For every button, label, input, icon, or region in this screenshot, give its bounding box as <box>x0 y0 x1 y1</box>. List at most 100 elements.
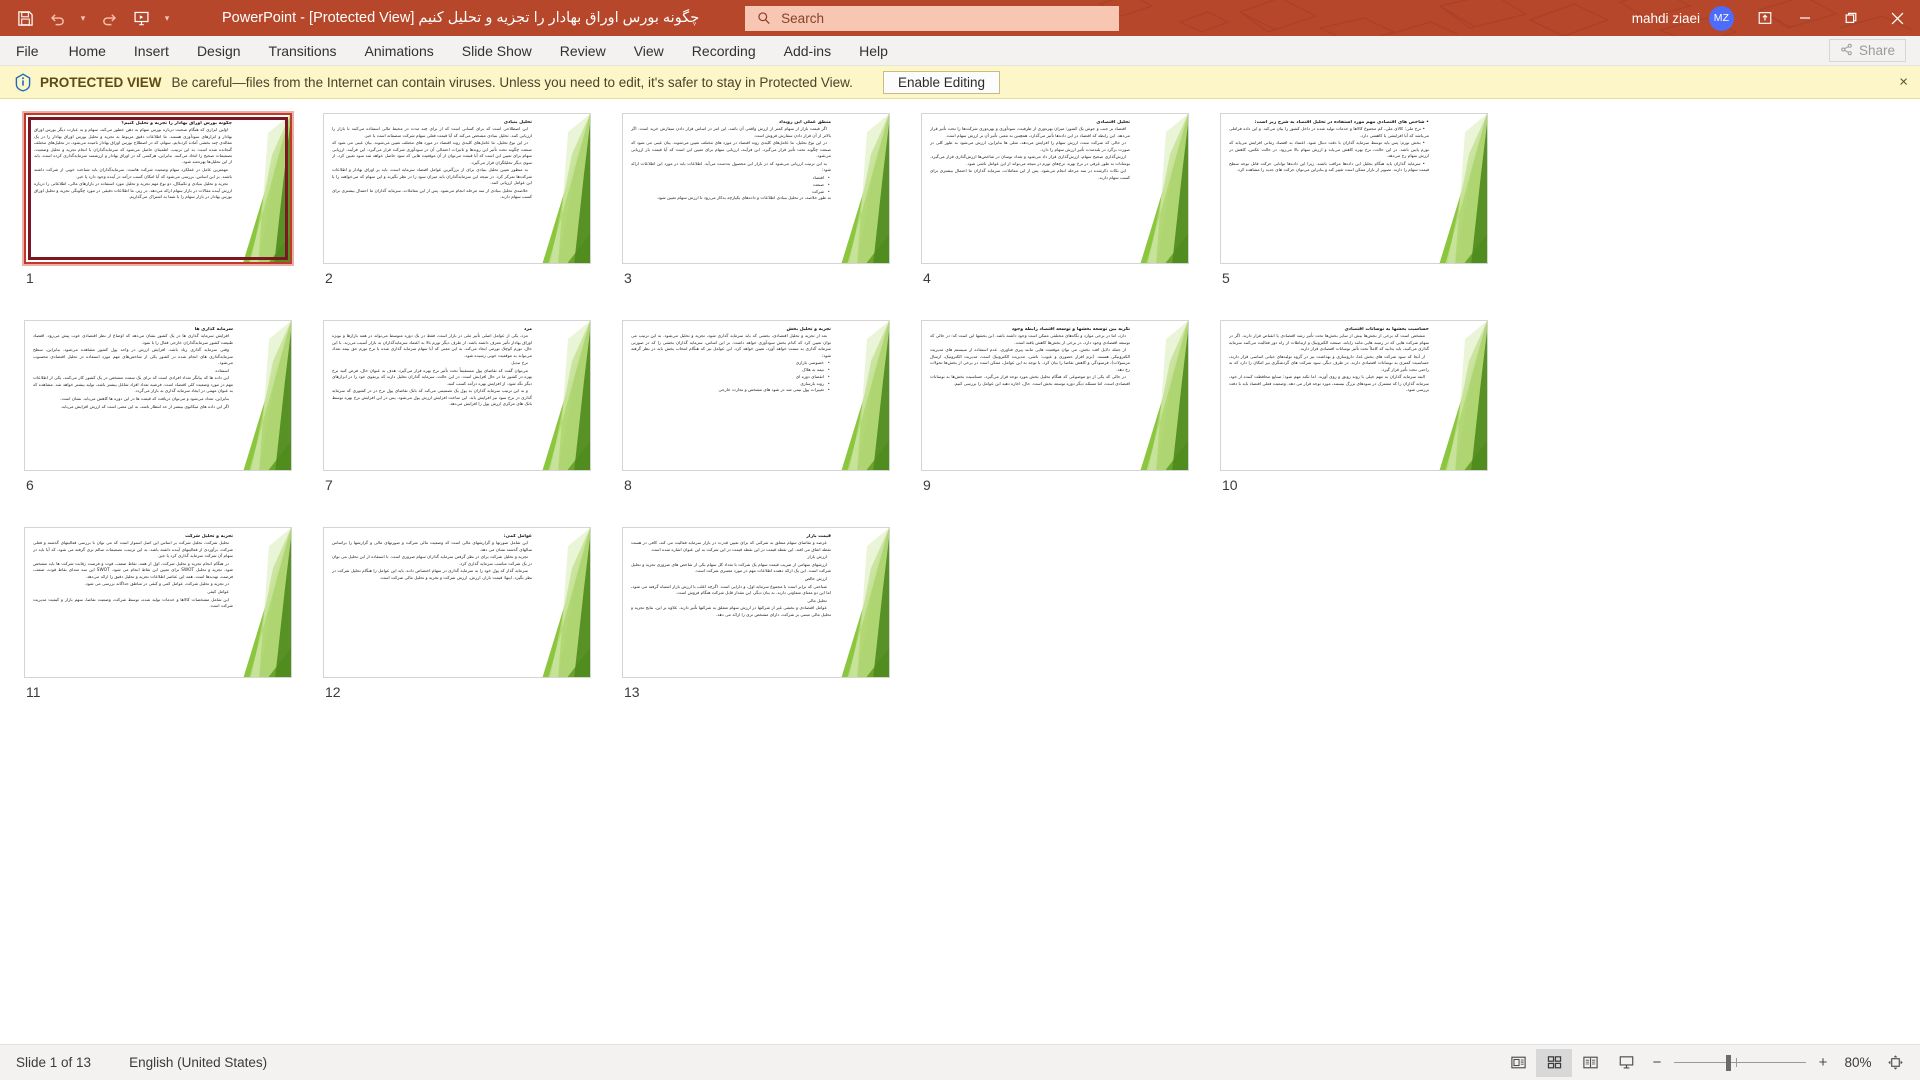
tab-slide-show[interactable]: Slide Show <box>448 36 546 65</box>
slide-thumbnail-12[interactable]: عوامل کمی: این شامل صورتها و گزارشهای مال… <box>323 527 593 700</box>
save-icon[interactable] <box>10 4 40 32</box>
search-input[interactable] <box>781 10 1120 26</box>
close-icon[interactable]: × <box>1899 75 1908 90</box>
slide-paragraph: ارزشهای سهامی از ضریب قیمت سهام یک شرکت … <box>631 562 831 575</box>
quick-access-toolbar[interactable]: ▾ ▾ <box>0 4 176 32</box>
slide-grid: چگونه بورس اوراق بهادار را تجزیه و تحلیل… <box>0 111 1920 700</box>
tab-design[interactable]: Design <box>183 36 255 65</box>
slide-thumbnail-10[interactable]: حساسیت بخشها به نوسانات اقتصادی مشخص است … <box>1220 320 1490 493</box>
slide-thumbnail-image[interactable]: مزد مزد، یکی از عوامل اصلی تأثیر ملی در ب… <box>323 320 591 471</box>
slide-thumbnail-image[interactable]: سرمایه گذاری ها افزایش سرمایه گذاری ها در… <box>24 320 292 471</box>
fit-to-window-icon[interactable] <box>1880 1049 1910 1077</box>
tab-add-ins[interactable]: Add-ins <box>770 36 845 65</box>
slide-body: اولین ابزاری که هنگام صحبت درباره بورس س… <box>34 128 232 201</box>
slide-text-content: عوامل کمی: این شامل صورتها و گزارشهای مال… <box>332 534 532 673</box>
redo-icon[interactable] <box>94 4 124 32</box>
minimize-button[interactable] <box>1782 0 1828 36</box>
slide-thumbnail-image[interactable]: منطق عملی این رویداد اگر قیمت بازار از سه… <box>622 113 890 264</box>
slide-paragraph: افزایش سرمایه گذاری ها در یک کشور نشان م… <box>33 334 233 346</box>
slide-green-corner-graphic <box>841 528 889 677</box>
zoom-midpoint-tick <box>1736 1058 1737 1067</box>
slide-thumbnail-image[interactable]: • شاخص های اقتصادی مهم مورد استفاده در ت… <box>1220 113 1488 264</box>
slide-thumbnail-7[interactable]: مزد مزد، یکی از عوامل اصلی تأثیر ملی در ب… <box>323 320 593 493</box>
undo-icon[interactable] <box>42 4 72 32</box>
close-button[interactable] <box>1874 0 1920 36</box>
slide-thumbnail-image[interactable]: عوامل کمی: این شامل صورتها و گزارشهای مال… <box>323 527 591 678</box>
slide-thumbnail-9[interactable]: نگریه بین توسعه بخشها و توسعه اقتصاد راب… <box>921 320 1191 493</box>
slide-body: • نرخ ملی: کالای ملی، کم مجموع کالاها و … <box>1229 127 1429 175</box>
slide-paragraph: عرضه و تقاضای سهام متعلق به شرکتی که برا… <box>631 541 831 553</box>
slide-show-button[interactable] <box>1608 1049 1644 1077</box>
slide-body: عرضه و تقاضای سهام متعلق به شرکتی که برا… <box>631 541 831 619</box>
zoom-in-button[interactable]: + <box>1810 1049 1836 1077</box>
search-icon <box>757 11 771 25</box>
tab-view[interactable]: View <box>620 36 678 65</box>
tab-help[interactable]: Help <box>845 36 902 65</box>
enable-editing-button[interactable]: Enable Editing <box>882 70 1001 94</box>
slide-number-label: 8 <box>624 477 632 493</box>
slide-thumbnail-image[interactable]: تحلیل بنیادی این اصطلاحی است که برای کسان… <box>323 113 591 264</box>
tab-review[interactable]: Review <box>546 36 620 65</box>
slide-thumbnail-5[interactable]: • شاخص های اقتصادی مهم مورد استفاده در ت… <box>1220 113 1490 286</box>
slide-thumbnail-2[interactable]: تحلیل بنیادی این اصطلاحی است که برای کسان… <box>323 113 593 286</box>
slide-paragraph: این شامل صورتها و گزارشهای مالی است که و… <box>332 541 532 553</box>
slide-green-corner-graphic <box>243 321 291 470</box>
slide-paragraph: در تجزیه و تحلیل شرکت، عوامل کمی و کیفی … <box>84 582 229 588</box>
slide-thumbnail-4[interactable]: تحلیل اقتصادی اقتصاد بر جنب و جوش یک کشور… <box>921 113 1191 286</box>
tab-transitions[interactable]: Transitions <box>255 36 351 65</box>
slide-title: عوامل کمی: <box>503 534 532 539</box>
slide-paragraph: وقتی سرمایه گذاری زیاد باشد، افزایش ارزش… <box>33 348 233 367</box>
status-left-group: Slide 1 of 13 English (United States) <box>0 1055 267 1070</box>
slide-thumbnail-6[interactable]: سرمایه گذاری ها افزایش سرمایه گذاری ها در… <box>24 320 294 493</box>
slide-paragraph: این اصطلاحی است که برای کسانی است که از … <box>332 127 532 139</box>
slide-thumbnail-image[interactable]: نگریه بین توسعه بخشها و توسعه اقتصاد راب… <box>921 320 1189 471</box>
slide-thumbnail-image[interactable]: چگونه بورس اوراق بهادار را تجزیه و تحلیل… <box>22 111 294 266</box>
undo-dropdown-icon[interactable]: ▾ <box>74 4 92 32</box>
zoom-out-button[interactable]: − <box>1644 1049 1670 1077</box>
slide-green-corner-graphic <box>1439 321 1487 470</box>
slide-thumbnail-8[interactable]: تجزیه و تحلیل بخش بعد از تجزیه و تحلیل اق… <box>622 320 892 493</box>
tab-recording[interactable]: Recording <box>678 36 770 65</box>
slide-green-corner-graphic <box>841 114 889 263</box>
slide-thumbnail-11[interactable]: تجزیه و تحلیل شرکت تحلیل شرکت، تحلیل شرکت… <box>24 527 294 700</box>
slide-canvas: تحلیل بنیادی این اصطلاحی است که برای کسان… <box>324 114 590 263</box>
tab-home[interactable]: Home <box>55 36 120 65</box>
slide-sorter-pane[interactable]: چگونه بورس اوراق بهادار را تجزیه و تحلیل… <box>0 99 1920 1044</box>
normal-view-button[interactable] <box>1500 1049 1536 1077</box>
slide-text-content: تحلیل بنیادی این اصطلاحی است که برای کسان… <box>332 120 532 259</box>
avatar[interactable]: MZ <box>1709 5 1734 31</box>
slide-thumbnail-1[interactable]: چگونه بورس اوراق بهادار را تجزیه و تحلیل… <box>22 111 294 286</box>
language-indicator[interactable]: English (United States) <box>129 1055 267 1070</box>
restore-button[interactable] <box>1828 0 1874 36</box>
slide-body: اگر قیمت بازار از سهام کمتر از ارزش واقع… <box>631 127 831 175</box>
slide-thumbnail-image[interactable]: تجزیه و تحلیل بخش بعد از تجزیه و تحلیل اق… <box>622 320 890 471</box>
slide-thumbnail-image[interactable]: قیمت بازار عرضه و تقاضای سهام متعلق به شر… <box>622 527 890 678</box>
search-box[interactable] <box>745 5 1120 31</box>
slide-paragraph: به منظور تعیین تحلیل بنیادی برای از بزرگ… <box>332 168 532 187</box>
slide-indicator[interactable]: Slide 1 of 13 <box>16 1055 91 1070</box>
slide-paragraph: مزد، یکی از عوامل اصلی تأثیر ملی در بازا… <box>332 334 532 359</box>
start-presentation-icon[interactable] <box>126 4 156 32</box>
slide-thumbnail-13[interactable]: قیمت بازار عرضه و تقاضای سهام متعلق به شر… <box>622 527 892 700</box>
tab-file[interactable]: File <box>0 36 55 65</box>
slide-bullet-item: نیمه به هلاک <box>631 368 831 375</box>
tab-insert[interactable]: Insert <box>120 36 183 65</box>
zoom-level-label[interactable]: 80% <box>1836 1055 1880 1070</box>
share-button[interactable]: Share <box>1828 39 1906 62</box>
slide-canvas: تجزیه و تحلیل بخش بعد از تجزیه و تحلیل اق… <box>623 321 889 470</box>
slide-thumbnail-image[interactable]: تجزیه و تحلیل شرکت تحلیل شرکت، تحلیل شرکت… <box>24 527 292 678</box>
zoom-handle[interactable] <box>1726 1054 1731 1071</box>
ribbon-display-options-icon[interactable] <box>1748 0 1782 36</box>
slide-thumbnail-image[interactable]: حساسیت بخشها به نوسانات اقتصادی مشخص است … <box>1220 320 1488 471</box>
zoom-slider[interactable] <box>1674 1049 1806 1077</box>
slide-title: تجزیه و تحلیل شرکت <box>185 534 233 539</box>
reading-view-button[interactable] <box>1572 1049 1608 1077</box>
slide-thumbnail-image[interactable]: تحلیل اقتصادی اقتصاد بر جنب و جوش یک کشور… <box>921 113 1189 264</box>
account-name[interactable]: mahdi ziaei <box>1632 11 1700 26</box>
ribbon-tab-bar[interactable]: File Home Insert Design Transitions Anim… <box>0 36 1920 66</box>
tab-animations[interactable]: Animations <box>350 36 447 65</box>
customize-quick-access-toolbar-icon[interactable]: ▾ <box>158 4 176 32</box>
slide-bullet-item: تغییرات پول نیمی شد در شود های مشخص و تج… <box>631 388 831 395</box>
slide-sorter-view-button[interactable] <box>1536 1048 1572 1077</box>
slide-thumbnail-3[interactable]: منطق عملی این رویداد اگر قیمت بازار از سه… <box>622 113 892 286</box>
